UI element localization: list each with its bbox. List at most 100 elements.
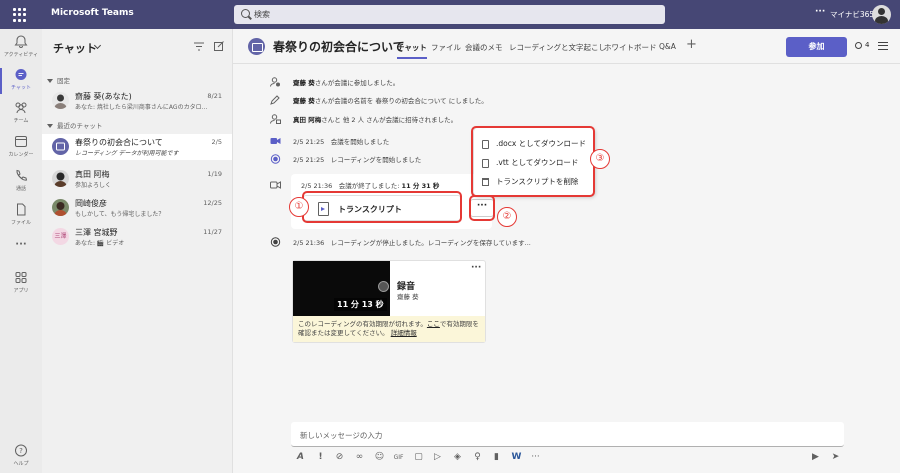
chat-list-pane: チャット 固定 齋藤 葵(あなた) あなた: 焼社したら梁川商事さんにAGのカタ… xyxy=(42,29,233,473)
bell-icon xyxy=(14,35,28,48)
event-text: 齋藤 葵さんが会議の名前を 春祭りの初会合について にしました。 xyxy=(293,97,488,105)
meeting-avatar-icon xyxy=(52,138,69,155)
send-icon[interactable]: ➤ xyxy=(830,452,841,463)
rail-item-teams[interactable]: チーム xyxy=(0,97,42,131)
word-icon[interactable]: W xyxy=(511,452,522,463)
format-icon[interactable]: A xyxy=(295,452,306,463)
event-recording-stop: 2/5 21:36 レコーディングが停止しました。レコーディングを保存しています… xyxy=(233,235,833,249)
annotation-number-2: ② xyxy=(497,207,517,227)
chat-header: 春祭りの初会合について チャット ファイル 会議のメモ レコーディングと文字起こ… xyxy=(233,29,900,64)
pinned-label: 固定 xyxy=(57,77,70,85)
chat-preview: あなた: 焼社したら梁川商事さんにAGのカタロ… xyxy=(75,104,208,111)
emoji-icon[interactable]: ☺ xyxy=(374,452,385,463)
rail-label-calls: 通話 xyxy=(15,186,26,192)
rail-item-calls[interactable]: 通話 xyxy=(0,165,42,199)
praise-icon[interactable]: ◈ xyxy=(452,452,463,463)
app-launcher-icon[interactable] xyxy=(13,8,27,22)
chat-date: 12/25 xyxy=(203,199,222,207)
rail-label-files: ファイル xyxy=(10,220,31,226)
people-add-icon xyxy=(270,114,281,124)
avatar-initials: 三澤 xyxy=(52,228,69,245)
apps-icon xyxy=(15,272,27,283)
event-rename: 齋藤 葵さんが会議の名前を 春祭りの初会合について にしました。 xyxy=(233,93,833,107)
recording-thumbnail[interactable]: 11 分 13 秒 xyxy=(293,261,390,316)
compose-toolbar: A ! ⊘ ∞ ☺ GIF ▢ ▷ ◈ ♀ ▮ W ··· ▶ ➤ xyxy=(233,452,900,468)
new-chat-icon[interactable] xyxy=(214,41,224,51)
app-title: Microsoft Teams xyxy=(51,8,134,18)
here-link[interactable]: ここ xyxy=(427,320,440,328)
meet-now-icon[interactable]: ▷ xyxy=(432,452,443,463)
tab-recordings[interactable]: レコーディングと文字起こし xyxy=(509,42,606,53)
recording-duration: 11 分 13 秒 xyxy=(334,298,387,311)
record-icon xyxy=(270,154,281,164)
annotation-number-3: ③ xyxy=(590,149,610,169)
tab-chat[interactable]: チャット xyxy=(397,42,427,59)
rail-label-chat: チャット xyxy=(11,85,31,91)
calendar-icon xyxy=(15,136,27,147)
teams-icon xyxy=(15,102,27,114)
chat-name: 齋藤 葵(あなた) xyxy=(75,92,132,101)
rail-item-apps[interactable]: アプリ xyxy=(0,267,42,301)
important-icon[interactable]: ! xyxy=(315,452,326,463)
chat-preview: あなた: 🎬 ビデオ xyxy=(75,240,125,247)
search-input[interactable]: 検索 xyxy=(234,5,665,24)
pencil-icon xyxy=(270,95,280,105)
tab-qa[interactable]: Q&A xyxy=(659,42,676,51)
more-apps-icon[interactable]: ··· xyxy=(0,233,42,267)
chat-preview: レコーディング データが利用可能です xyxy=(75,150,179,157)
gif-icon[interactable]: GIF xyxy=(393,452,404,463)
recent-section-header[interactable]: 最近のチャット xyxy=(47,120,102,130)
chat-date: 2/5 xyxy=(211,138,222,146)
chat-date: 8/21 xyxy=(207,92,222,100)
rail-item-help[interactable]: ? ヘルプ xyxy=(0,440,42,473)
meeting-ended-text: 2/5 21:36 会議が終了しました: 11 分 31 秒 xyxy=(301,182,440,190)
recent-label: 最近のチャット xyxy=(57,122,103,130)
filter-icon[interactable] xyxy=(194,42,204,51)
chat-name: 真田 阿梅 xyxy=(75,170,110,179)
event-text: 2/5 21:36 レコーディングが停止しました。レコーディングを保存しています… xyxy=(293,239,531,247)
chat-name: 三澤 宮城野 xyxy=(75,228,118,237)
chat-item-meeting[interactable]: 春祭りの初会合について レコーディング データが利用可能です 2/5 xyxy=(42,134,232,160)
tab-whiteboard[interactable]: ホワイトボード xyxy=(604,42,657,53)
event-invite: 真田 阿梅さんと 他 2 人 さんが会議に招待されました。 xyxy=(233,112,833,126)
avatar xyxy=(52,92,69,109)
loop-icon[interactable]: ∞ xyxy=(354,452,365,463)
chat-list-title[interactable]: チャット xyxy=(53,40,97,56)
user-avatar[interactable] xyxy=(872,5,891,24)
list-icon[interactable] xyxy=(878,42,888,50)
more-options-icon[interactable]: ··· xyxy=(530,452,541,463)
chat-preview: もしかして、もう帰宅しました？ xyxy=(75,211,165,218)
bulb-icon[interactable]: ♀ xyxy=(472,452,483,463)
recording-card[interactable]: 11 分 13 秒 録音 齋藤 葵 ··· このレコーディングの有効期限が切れま… xyxy=(292,260,486,343)
app-icon[interactable]: ▮ xyxy=(491,452,502,463)
settings-more-button[interactable]: ··· xyxy=(815,7,825,17)
participants-button[interactable]: 4 xyxy=(855,41,869,49)
rail-item-chat[interactable]: チャット xyxy=(0,64,42,98)
rail-item-activity[interactable]: アクティビティ xyxy=(0,31,42,65)
sticker-icon[interactable]: ▢ xyxy=(413,452,424,463)
tab-meeting-notes[interactable]: 会議のメモ xyxy=(465,42,503,53)
video-clip-icon[interactable]: ▶ xyxy=(810,452,821,463)
tab-files[interactable]: ファイル xyxy=(431,42,461,53)
more-info-link[interactable]: 詳細情報 xyxy=(391,329,417,337)
chat-item-okazaki[interactable]: 岡崎俊彦 もしかして、もう帰宅しました？ 12/25 xyxy=(42,195,232,221)
rail-item-calendar[interactable]: カレンダー xyxy=(0,131,42,165)
message-input[interactable]: 新しいメッセージの入力 xyxy=(291,422,844,447)
rail-label-teams: チーム xyxy=(13,118,29,124)
annotation-box-2 xyxy=(469,195,495,221)
recording-more-button[interactable]: ··· xyxy=(471,263,481,273)
person-add-icon xyxy=(270,77,280,87)
chat-item-misawa[interactable]: 三澤 三澤 宮城野 あなた: 🎬 ビデオ 11/27 xyxy=(42,224,232,250)
meeting-icon xyxy=(248,38,265,55)
pinned-section-header[interactable]: 固定 xyxy=(47,75,70,85)
add-tab-button[interactable]: + xyxy=(686,37,697,52)
attach-icon[interactable]: ⊘ xyxy=(334,452,345,463)
event-text: 2/5 21:25 レコーディングを開始しました xyxy=(293,156,422,164)
chat-icon xyxy=(15,69,27,80)
event-text: 齋藤 葵さんが会議に参加しました。 xyxy=(293,79,400,87)
tenant-name[interactable]: マイナビ365 xyxy=(830,9,874,20)
chat-item-sanada[interactable]: 真田 阿梅 参加よろしく 1/19 xyxy=(42,166,232,192)
join-button[interactable]: 参加 xyxy=(786,37,847,57)
rail-item-files[interactable]: ファイル xyxy=(0,199,42,233)
chat-item-self[interactable]: 齋藤 葵(あなた) あなた: 焼社したら梁川商事さんにAGのカタロ… 8/21 xyxy=(42,88,232,114)
